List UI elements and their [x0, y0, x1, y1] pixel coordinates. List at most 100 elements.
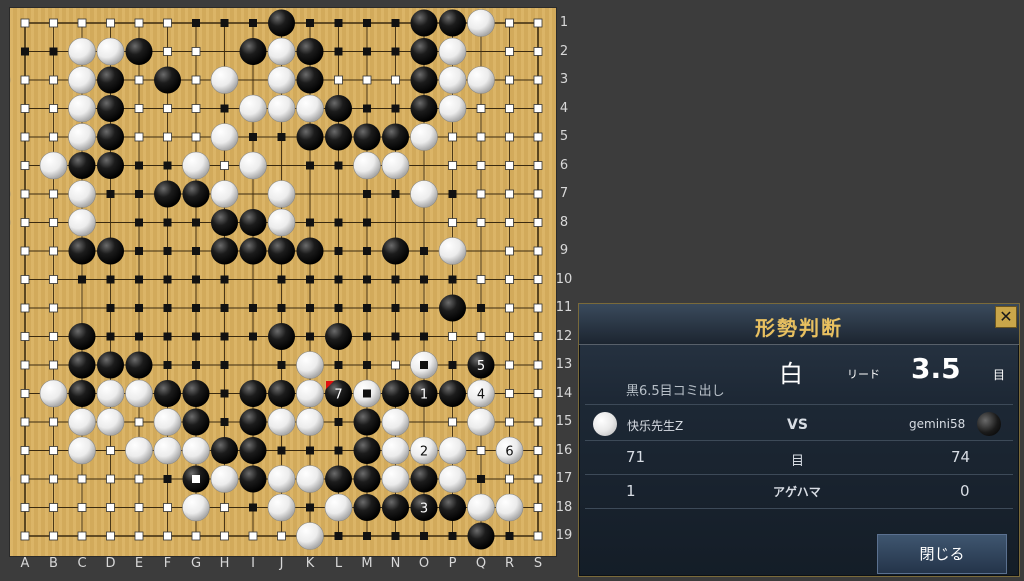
- white-stone: [467, 66, 495, 94]
- column-label: Q: [475, 556, 487, 571]
- board-grid[interactable]: 7 1 5 4 2 6 3: [10, 8, 556, 556]
- black-territory-marker: [192, 275, 200, 284]
- black-stone: [296, 237, 324, 265]
- white-stone: [239, 151, 267, 180]
- black-stone: [439, 9, 466, 37]
- white-territory-marker: [277, 531, 286, 541]
- black-territory-marker: [334, 161, 343, 170]
- black-territory-marker: [220, 361, 229, 369]
- white-stone: [381, 465, 410, 493]
- move-number: 5: [477, 359, 485, 374]
- black-stone: [382, 494, 409, 521]
- white-stone: [381, 436, 410, 465]
- white-territory-marker: [49, 75, 58, 85]
- white-territory-marker: [533, 47, 543, 56]
- black-territory-marker: [220, 104, 229, 113]
- white-territory-marker: [106, 474, 115, 484]
- column-label: E: [134, 556, 144, 571]
- black-stone: [353, 437, 381, 464]
- black-territory-marker: [363, 332, 371, 341]
- black-territory-marker: [277, 275, 286, 284]
- white-stone: [495, 493, 524, 522]
- black-territory-marker: [249, 304, 257, 312]
- close-button[interactable]: 閉じる: [877, 534, 1007, 574]
- position-evaluation-panel: 形勢判断 ✕ 黒6.5目コミ出し 白 リード 3.5 目 快乐先生Z VS ge…: [578, 303, 1020, 577]
- close-icon[interactable]: ✕: [995, 306, 1017, 328]
- white-stone: [296, 465, 324, 493]
- white-stone: [68, 123, 96, 151]
- black-territory-marker: [220, 389, 229, 398]
- black-stone: [268, 237, 295, 265]
- black-stone: [382, 123, 409, 151]
- black-stone: [439, 380, 466, 407]
- black-territory-marker: [363, 361, 371, 369]
- white-stone: [267, 493, 296, 522]
- white-territory-marker: [533, 474, 543, 484]
- black-territory-marker: [220, 332, 229, 341]
- black-territory-marker: [192, 19, 200, 27]
- white-territory-marker: [533, 531, 543, 541]
- row-label: 7: [559, 186, 569, 201]
- black-territory-marker: [277, 133, 286, 141]
- white-stone: [96, 37, 125, 66]
- black-stone: [211, 237, 238, 265]
- row-label: 6: [559, 157, 569, 173]
- black-stone: [325, 123, 352, 151]
- white-stone: [296, 379, 324, 408]
- black-stone: [97, 95, 124, 122]
- column-label: P: [448, 556, 457, 571]
- black-territory-marker: [334, 275, 343, 284]
- black-territory-marker: [135, 218, 143, 227]
- black-territory-marker: [448, 190, 457, 198]
- white-territory-marker: [134, 417, 144, 427]
- black-territory-marker: [363, 104, 371, 113]
- white-territory-marker: [191, 104, 201, 113]
- white-stone: [39, 151, 68, 180]
- black-territory-marker: [306, 503, 314, 512]
- go-board[interactable]: 7 1 5 4 2 6 3: [10, 8, 556, 556]
- black-territory-marker: [163, 475, 172, 483]
- column-label: O: [418, 556, 430, 571]
- row-label: 13: [555, 357, 573, 372]
- black-stone: [68, 237, 96, 265]
- black-stone: [353, 408, 381, 436]
- white-stone: [68, 208, 96, 237]
- black-territory-marker: [49, 47, 58, 56]
- white-stone: [39, 379, 68, 408]
- white-territory-marker: [49, 275, 58, 284]
- white-territory-marker: [220, 503, 229, 512]
- white-territory-marker: [49, 332, 58, 341]
- white-territory-marker: [106, 18, 115, 28]
- white-territory-marker: [505, 18, 514, 28]
- score-white: 71: [626, 448, 646, 466]
- white-territory-marker: [49, 531, 58, 541]
- white-stone: [267, 94, 296, 123]
- white-territory-marker: [106, 446, 115, 455]
- white-territory-marker: [134, 503, 144, 512]
- white-territory-marker: [134, 531, 144, 541]
- white-stone: [267, 37, 296, 66]
- white-territory-marker: [448, 132, 457, 142]
- black-territory-marker: [21, 47, 29, 56]
- white-territory-marker: [20, 275, 30, 284]
- white-territory-marker: [163, 18, 172, 28]
- white-stone: [210, 123, 239, 151]
- black-territory-marker: [477, 304, 485, 312]
- white-stone: [296, 408, 324, 436]
- black-territory-marker: [363, 19, 371, 27]
- column-label: M: [361, 556, 373, 571]
- black-territory-marker: [163, 161, 172, 170]
- black-territory-marker: [334, 418, 343, 426]
- white-stone: [68, 408, 96, 436]
- white-territory-marker: [49, 218, 58, 227]
- black-stone: [239, 38, 267, 65]
- white-stone: [68, 180, 96, 208]
- black-territory-marker: [135, 275, 143, 284]
- white-territory-marker: [248, 531, 258, 541]
- black-stone: [182, 408, 210, 436]
- white-territory-marker: [20, 132, 30, 142]
- black-territory-marker: [363, 47, 371, 56]
- black-territory-marker: [220, 19, 229, 27]
- black-territory-marker: [334, 446, 343, 455]
- column-label: K: [305, 556, 315, 571]
